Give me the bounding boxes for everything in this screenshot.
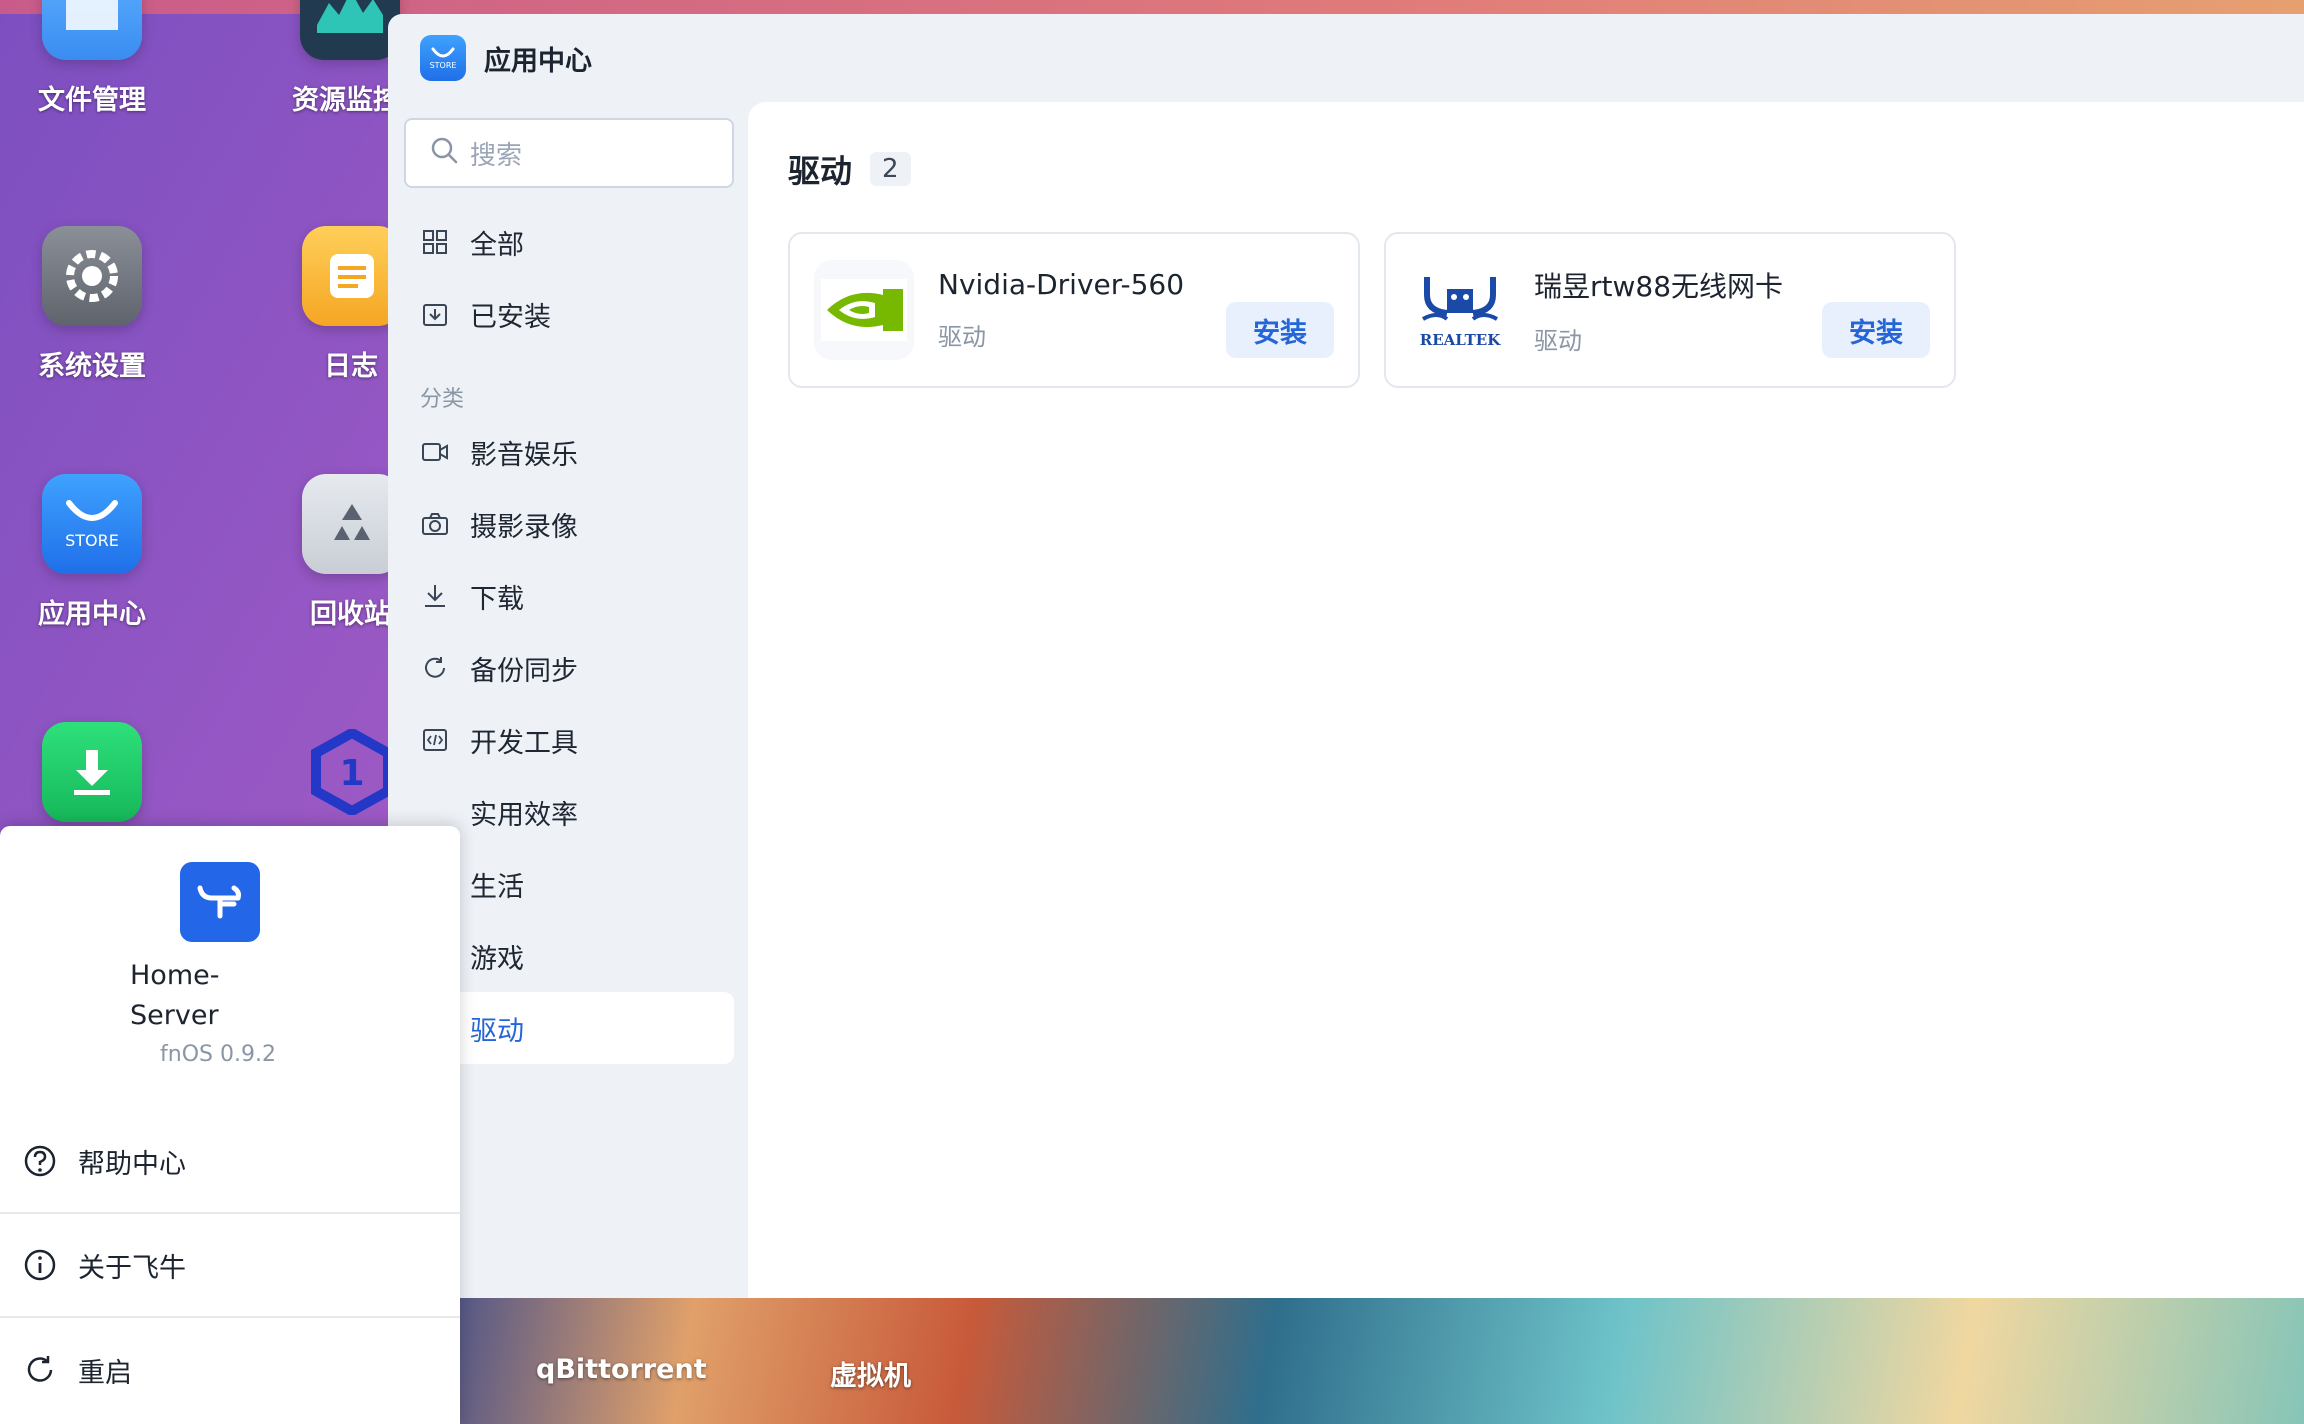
app-card-nvidia[interactable]: Nvidia-Driver-560 驱动 安装 xyxy=(788,232,1360,388)
app-name: 瑞昱rtw88无线网卡 xyxy=(1534,269,1784,303)
store-icon: STORE xyxy=(42,474,142,574)
desktop-icon-label: 日志 xyxy=(324,351,378,382)
nav-all[interactable]: 全部 xyxy=(404,206,734,278)
category-label: 实用效率 xyxy=(470,799,578,831)
os-version: fnOS 0.9.2 xyxy=(160,1042,276,1067)
store-icon: STORE xyxy=(420,35,466,81)
category-label: 摄影录像 xyxy=(470,511,578,543)
category-label: 生活 xyxy=(470,871,524,903)
store-badge: STORE xyxy=(429,60,457,70)
category-photo[interactable]: 摄影录像 xyxy=(404,488,734,560)
menu-label: 帮助中心 xyxy=(78,1148,186,1180)
desktop-icon-settings[interactable]: 系统设置 xyxy=(0,226,192,383)
realtek-logo-icon: REALTEK xyxy=(1410,260,1510,360)
dock-label-qbittorrent[interactable]: qBittorrent xyxy=(536,1354,707,1385)
search-icon xyxy=(430,136,458,171)
category-devtools[interactable]: 开发工具 xyxy=(404,704,734,776)
desktop-icon-1panel[interactable]: 1 xyxy=(252,722,393,822)
chart-icon xyxy=(300,0,400,60)
search-placeholder: 搜索 xyxy=(470,140,523,171)
content-heading: 驱动 xyxy=(788,152,853,190)
gear-icon xyxy=(42,226,142,326)
desktop-icon-label: 应用中心 xyxy=(38,599,146,630)
desktop-icon-download[interactable] xyxy=(0,722,192,822)
dock-label-vm[interactable]: 虚拟机 xyxy=(830,1354,911,1393)
install-button[interactable]: 安装 xyxy=(1226,302,1334,358)
hostname: Home-Server xyxy=(130,960,220,1031)
menu-about[interactable]: 关于飞牛 xyxy=(0,1214,460,1318)
nav-label: 全部 xyxy=(470,229,524,261)
desktop-icon-logs[interactable]: 日志 xyxy=(252,226,402,383)
info-icon xyxy=(22,1247,58,1283)
menu-label: 关于飞牛 xyxy=(78,1252,186,1284)
grid-icon xyxy=(420,227,450,257)
restart-icon xyxy=(22,1352,58,1388)
svg-text:1: 1 xyxy=(339,753,364,794)
system-menu: Home-Server fnOS 0.9.2 帮助中心 关于飞牛 重启 xyxy=(0,826,460,1424)
help-icon xyxy=(22,1143,58,1179)
desktop-icon-recycle[interactable]: 回收站 xyxy=(252,474,402,631)
app-card-realtek[interactable]: REALTEK 瑞昱rtw88无线网卡 驱动 安装 xyxy=(1384,232,1956,388)
category-label: 下载 xyxy=(470,583,524,615)
realtek-wordmark: REALTEK xyxy=(1419,331,1501,349)
download-icon xyxy=(42,722,142,822)
content-header: 驱动 2 xyxy=(788,146,911,192)
tool-icon xyxy=(420,797,450,827)
category-label: 游戏 xyxy=(470,943,524,975)
download-icon xyxy=(420,581,450,611)
category-backup[interactable]: 备份同步 xyxy=(404,632,734,704)
recycle-icon xyxy=(302,474,402,574)
store-badge: STORE xyxy=(65,530,119,550)
menu-restart[interactable]: 重启 xyxy=(0,1318,460,1422)
category-label: 驱动 xyxy=(470,1015,524,1047)
nav-label: 已安装 xyxy=(470,301,551,333)
app-center-window: STORE 应用中心 搜索 全部 已安装 分类 影音娱乐 摄影录像 下载 备份同… xyxy=(388,14,2304,1298)
window-title: 应用中心 xyxy=(484,45,592,77)
category-label: 开发工具 xyxy=(470,727,578,759)
content-panel: 驱动 2 Nvidia-Driver-560 驱动 安装 REALTEK 瑞昱r… xyxy=(748,102,2304,1298)
notes-icon xyxy=(302,226,402,326)
desktop-icon-label: 回收站 xyxy=(310,599,391,630)
install-button[interactable]: 安装 xyxy=(1822,302,1930,358)
category-label: 备份同步 xyxy=(470,655,578,687)
category-media[interactable]: 影音娱乐 xyxy=(404,416,734,488)
menu-help-center[interactable]: 帮助中心 xyxy=(0,1110,460,1214)
hexagon-icon: 1 xyxy=(302,722,402,822)
fnos-logo-icon xyxy=(180,862,260,942)
search-input[interactable]: 搜索 xyxy=(404,118,734,188)
titlebar[interactable]: STORE 应用中心 xyxy=(388,14,2304,102)
desktop-icon-label: 系统设置 xyxy=(38,351,146,382)
folder-icon xyxy=(42,0,142,60)
nav-installed[interactable]: 已安装 xyxy=(404,278,734,350)
app-name: Nvidia-Driver-560 xyxy=(938,268,1185,301)
count-badge: 2 xyxy=(870,152,911,186)
video-icon xyxy=(420,437,450,467)
code-icon xyxy=(420,725,450,755)
desktop-icon-app-center[interactable]: STORE 应用中心 xyxy=(0,474,192,631)
sync-icon xyxy=(420,653,450,683)
nvidia-logo-icon xyxy=(814,260,914,360)
menu-label: 重启 xyxy=(78,1357,132,1389)
desktop-icon-label: 文件管理 xyxy=(38,85,146,116)
category-label: 影音娱乐 xyxy=(470,439,578,471)
installed-icon xyxy=(420,299,450,329)
category-download[interactable]: 下载 xyxy=(404,560,734,632)
desktop-icon-files[interactable]: 文件管理 xyxy=(0,0,192,117)
camera-icon xyxy=(420,509,450,539)
category-section-label: 分类 xyxy=(420,387,465,412)
